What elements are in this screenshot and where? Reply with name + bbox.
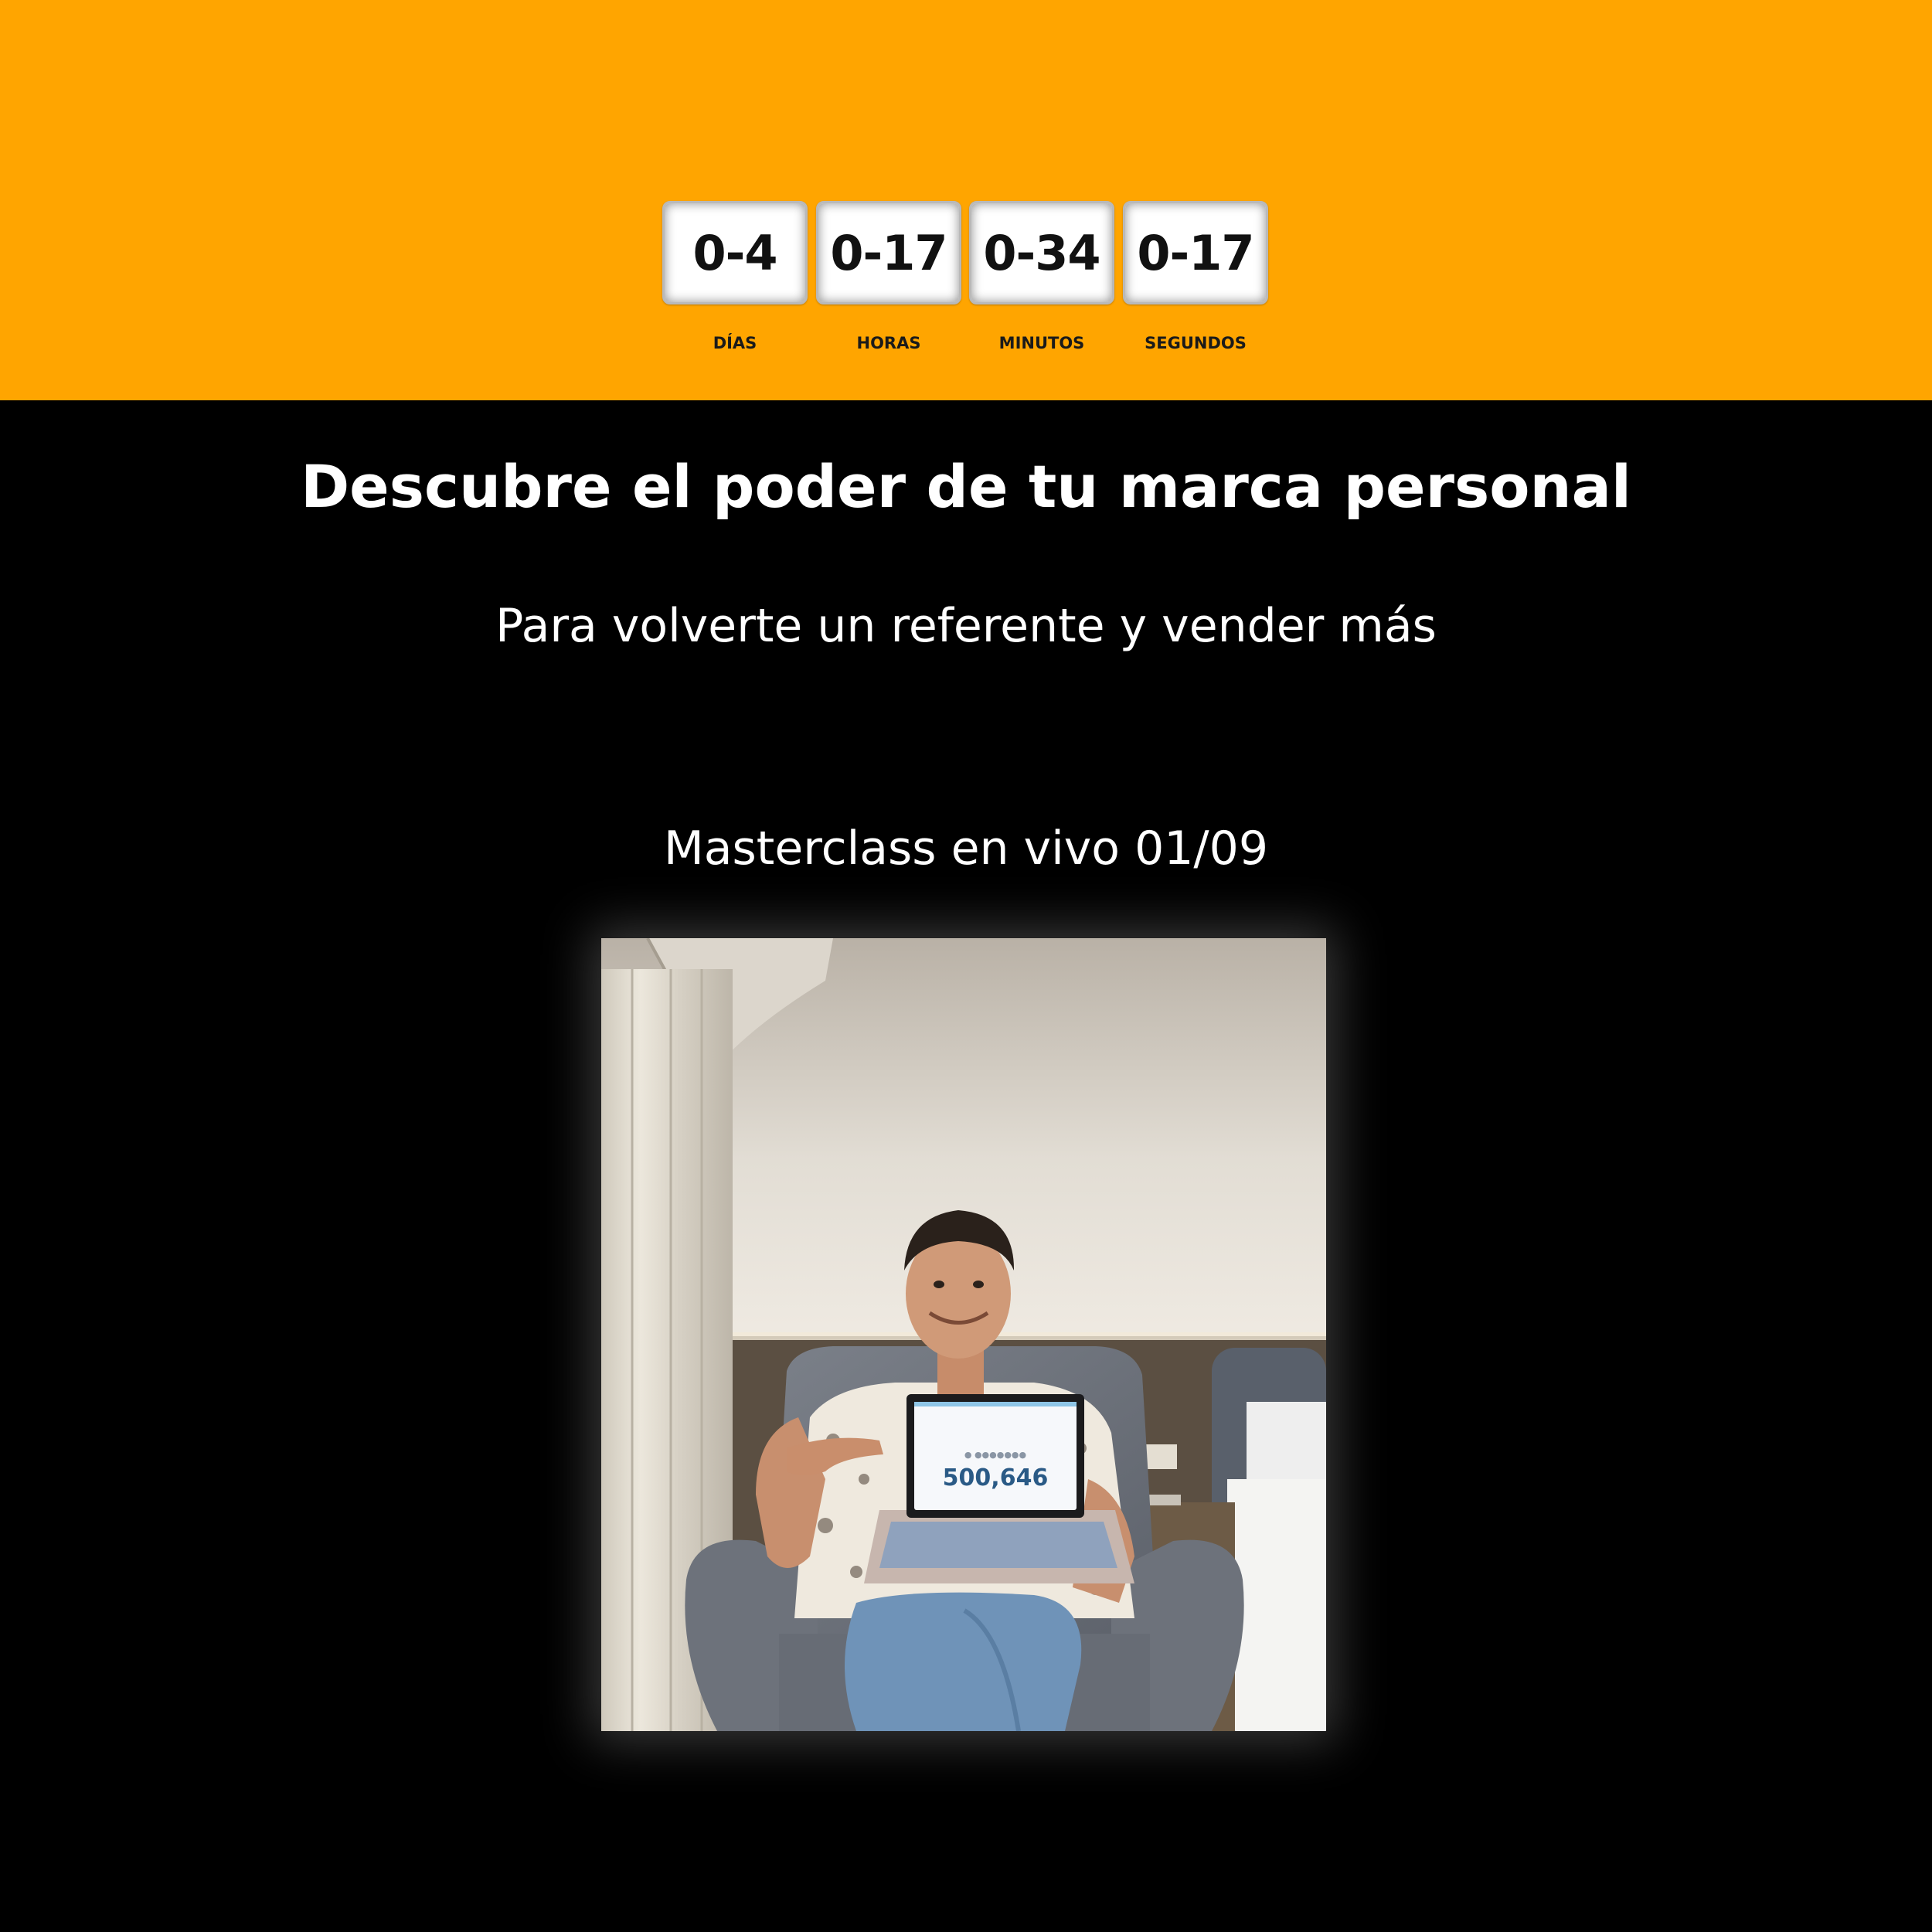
countdown-minutes: 0-34 MINUTOS [969,201,1116,352]
countdown-days: 0-4 DÍAS [662,201,809,352]
laptop-screen-number: 500,646 [943,1464,1049,1492]
countdown-days-value: 0-4 [662,201,808,304]
countdown-hours-label: HORAS [856,334,921,352]
countdown-seconds-value: 0-17 [1123,201,1268,304]
countdown-minutes-label: MINUTOS [998,334,1085,352]
countdown-hours-value: 0-17 [816,201,961,304]
svg-text:● ●●●●●●●: ● ●●●●●●● [964,1450,1026,1460]
countdown-days-label: DÍAS [713,334,757,352]
countdown-timer: 0-4 DÍAS 0-17 HORAS 0-34 MINUTOS 0-17 SE… [0,201,1932,386]
countdown-hours: 0-17 HORAS [816,201,963,352]
page-title: Descubre el poder de tu marca personal [301,452,1631,521]
countdown-seconds: 0-17 SEGUNDOS [1123,201,1270,352]
page-subtitle: Para volverte un referente y vender más [495,599,1437,653]
hero-photo: ● ●●●●●●● 500,646 [601,938,1326,1731]
countdown-minutes-value: 0-34 [969,201,1114,304]
event-date-text: Masterclass en vivo 01/09 [664,821,1268,876]
countdown-seconds-label: SEGUNDOS [1145,334,1247,352]
